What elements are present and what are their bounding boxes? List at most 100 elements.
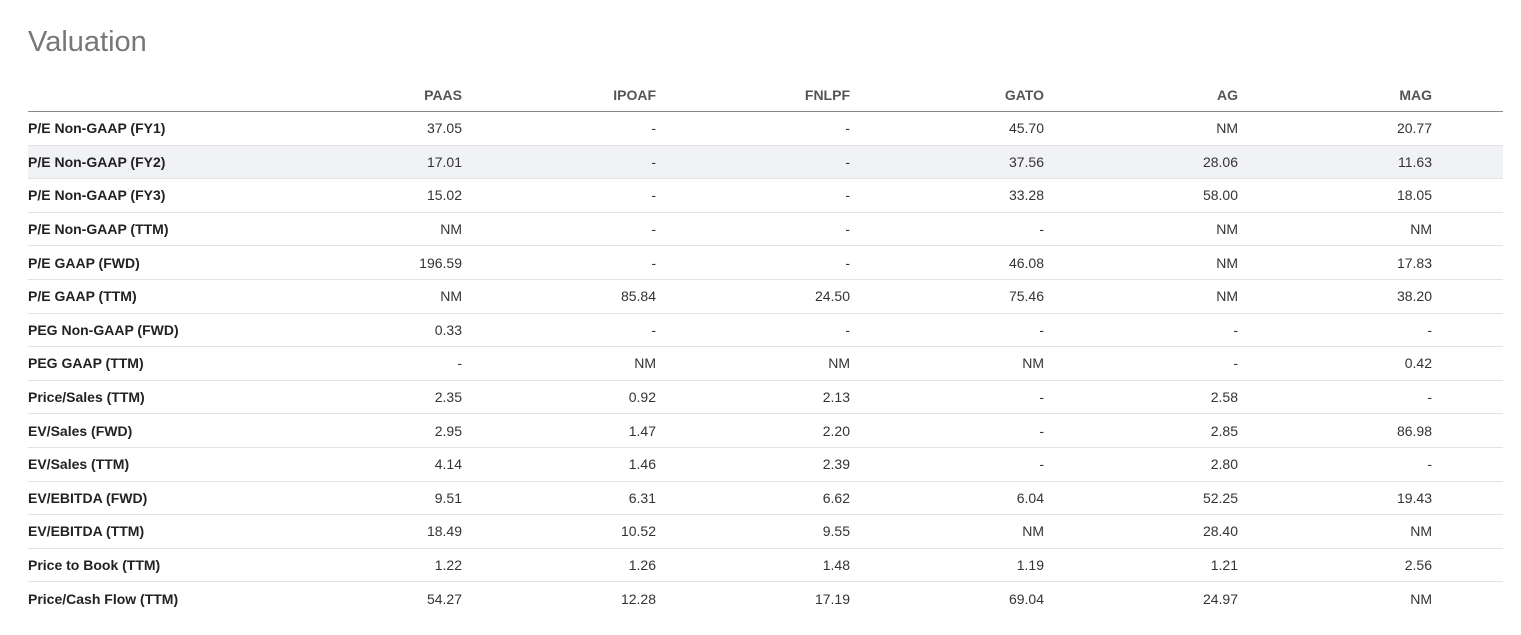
table-row: EV/Sales (FWD) 2.95 1.47 2.20-2.85 86.98	[28, 413, 1503, 448]
row-metric-label: Price to Book (TTM)	[28, 548, 268, 583]
cell-ipoaf: -	[462, 178, 656, 213]
row-spacer	[1432, 346, 1503, 381]
row-spacer	[1432, 514, 1503, 549]
cell-mag: NM	[1238, 514, 1432, 549]
cell-gato: 69.04	[1008, 590, 1044, 607]
row-metric-label: P/E Non-GAAP (FY3)	[28, 178, 268, 213]
table-row: PEG Non-GAAP (FWD) 0.33- - - - -	[28, 313, 1503, 348]
cell-ag: 58.00	[1044, 178, 1238, 213]
row-spacer	[1432, 447, 1503, 482]
table-header-row: PAAS IPOAF FNLPF GATO AG MAG	[28, 78, 1503, 112]
row-metric-label: EV/EBITDA (TTM)	[28, 514, 268, 549]
cell-ipoaf: NM	[462, 346, 656, 381]
cell-ag: NM	[1044, 279, 1238, 314]
cell-mag: NM	[1238, 212, 1432, 247]
cell-paas: 9.51	[268, 481, 462, 516]
cell-gato: -	[850, 212, 1044, 247]
cell-ag: 24.97	[1202, 590, 1238, 607]
cell-gato: 37.56	[850, 145, 1044, 180]
cell-fnlpf: 1.48	[656, 548, 850, 583]
header-ticker-paas[interactable]: PAAS	[268, 78, 462, 112]
cell-fnlpf: 9.55	[656, 514, 850, 549]
row-metric-label: P/E Non-GAAP (FY1)	[28, 111, 268, 146]
row-metric-label: PEG Non-GAAP (FWD)	[28, 313, 268, 348]
row-spacer	[1432, 145, 1503, 180]
cell-ipoaf: -	[462, 212, 656, 247]
cell-paas: -	[268, 346, 462, 381]
row-spacer	[1432, 212, 1503, 247]
cell-fnlpf: 17.19	[814, 590, 850, 607]
cell-ag: 28.06	[1044, 145, 1238, 180]
cell-paas: 1.22	[268, 548, 462, 583]
cell-fnlpf: -	[656, 145, 850, 180]
header-spacer	[1432, 78, 1503, 112]
cell-ag: NM	[1044, 245, 1238, 280]
cell-mag: -	[1238, 313, 1432, 348]
cell-mag: 19.43	[1238, 481, 1432, 516]
header-ticker-mag[interactable]: MAG	[1238, 78, 1432, 112]
table-row: P/E Non-GAAP (FY2) 17.01- -37.56 28.06 11.63	[28, 145, 1503, 180]
header-ticker-fnlpf[interactable]: FNLPF	[656, 78, 850, 112]
cell-fnlpf: NM	[656, 346, 850, 381]
cell-ag: NM	[1044, 111, 1238, 146]
cell-gato: -	[850, 313, 1044, 348]
header-ticker-gato[interactable]: GATO	[850, 78, 1044, 112]
row-metric-label: P/E GAAP (FWD)	[28, 245, 268, 280]
cell-fnlpf: -	[656, 313, 850, 348]
cell-mag: 11.63	[1238, 145, 1432, 180]
row-metric-label: EV/Sales (TTM)	[28, 447, 268, 482]
cell-gato: 6.04	[850, 481, 1044, 516]
cell-ipoaf: -	[462, 245, 656, 280]
table-row: P/E Non-GAAP (FY3) 15.02- -33.28 58.00 18.05	[28, 178, 1503, 213]
cell-paas: 37.05	[268, 111, 462, 146]
table-row: P/E GAAP (FWD) 196.59- -46.08 NM 17.83	[28, 245, 1503, 280]
table-row: Price/Sales (TTM) 2.35 0.92 2.13-2.58-	[28, 380, 1503, 415]
row-metric-label: Price/Sales (TTM)	[28, 380, 268, 415]
header-ticker-ipoaf[interactable]: IPOAF	[462, 78, 656, 112]
cell-ag: NM	[1044, 212, 1238, 247]
cell-paas: 17.01	[268, 145, 462, 180]
table-body: P/E Non-GAAP (FY1) 37.05- -45.70 NM 20.77 P/E…	[28, 111, 1503, 615]
section-title: Valuation	[28, 26, 147, 58]
cell-gato: -	[850, 380, 1044, 415]
row-spacer	[1432, 178, 1503, 213]
cell-fnlpf: 6.62	[656, 481, 850, 516]
valuation-section: Valuation PAAS IPOAF FNLPF GATO AG MAG P…	[0, 0, 1521, 635]
row-spacer	[1432, 582, 1503, 615]
cell-gato: 75.46	[850, 279, 1044, 314]
row-metric-label: P/E GAAP (TTM)	[28, 279, 268, 314]
valuation-table: PAAS IPOAF FNLPF GATO AG MAG P/E Non-GAA…	[28, 78, 1503, 615]
cell-fnlpf: 2.13	[656, 380, 850, 415]
cell-fnlpf: -	[656, 111, 850, 146]
cell-paas: 15.02	[268, 178, 462, 213]
row-metric-label: PEG GAAP (TTM)	[28, 346, 268, 381]
table-row: EV/EBITDA (TTM) 18.49 10.52 9.55 NM 28.40 NM	[28, 514, 1503, 549]
row-metric-label: Price/Cash Flow (TTM)	[28, 590, 179, 607]
row-spacer	[1432, 245, 1503, 280]
cell-gato: 46.08	[850, 245, 1044, 280]
row-metric-label: P/E Non-GAAP (TTM)	[28, 212, 268, 247]
cell-gato: 1.19	[850, 548, 1044, 583]
cell-ipoaf: -	[462, 313, 656, 348]
cell-paas: 2.35	[268, 380, 462, 415]
cell-mag: NM	[1410, 590, 1432, 607]
header-ticker-ag[interactable]: AG	[1044, 78, 1238, 112]
table-row: P/E Non-GAAP (FY1) 37.05- -45.70 NM 20.77	[28, 111, 1503, 146]
cell-gato: -	[850, 413, 1044, 448]
cell-ag: 2.85	[1044, 413, 1238, 448]
cell-fnlpf: -	[656, 212, 850, 247]
cell-fnlpf: -	[656, 245, 850, 280]
cell-paas: 196.59	[268, 245, 462, 280]
table-row: P/E GAAP (TTM) NM 85.84 24.50 75.46 NM 38.20	[28, 279, 1503, 314]
cell-paas: NM	[268, 279, 462, 314]
table-row: Price/Cash Flow (TTM) 54.27 12.28 17.19 69.0…	[28, 582, 1503, 615]
cell-gato: NM	[850, 514, 1044, 549]
row-spacer	[1432, 380, 1503, 415]
cell-ipoaf: 0.92	[462, 380, 656, 415]
cell-fnlpf: 2.39	[656, 447, 850, 482]
cell-mag: 38.20	[1238, 279, 1432, 314]
cell-ag: 1.21	[1044, 548, 1238, 583]
cell-ipoaf: 12.28	[620, 590, 656, 607]
table-row: P/E Non-GAAP (TTM) NM - - - NM NM	[28, 212, 1503, 247]
cell-ipoaf: 10.52	[462, 514, 656, 549]
